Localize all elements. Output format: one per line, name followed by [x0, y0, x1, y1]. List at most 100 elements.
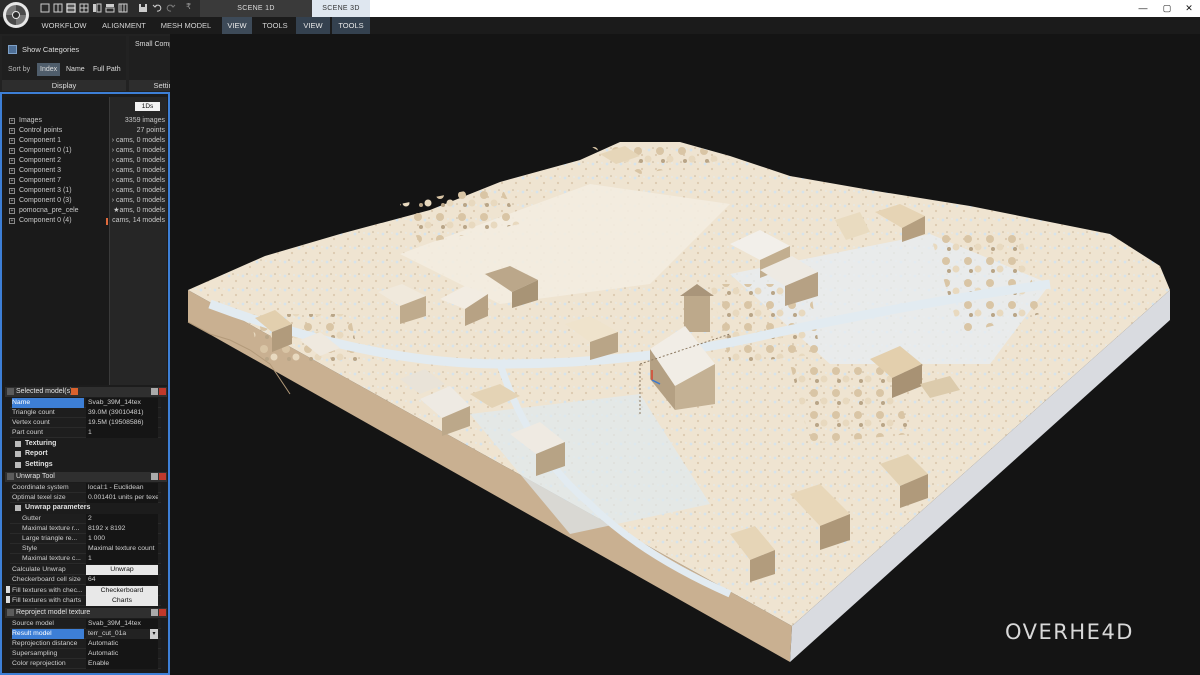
- prop-result-model[interactable]: Result model terr_cut_01a ▾: [10, 629, 161, 639]
- charts-button[interactable]: Charts: [86, 596, 158, 606]
- prop-fill-charts[interactable]: Fill textures with charts Charts: [10, 596, 161, 606]
- expand-icon[interactable]: +: [9, 168, 15, 174]
- close-panel-icon[interactable]: [159, 473, 166, 480]
- collapse-icon[interactable]: [7, 609, 14, 616]
- tree-row[interactable]: + pomocna_pre_cele ★ams, 0 models: [5, 206, 167, 216]
- prop-value[interactable]: 1: [86, 554, 158, 564]
- prop-style[interactable]: Style Maximal texture count: [10, 544, 161, 554]
- undo-icon[interactable]: [152, 3, 162, 13]
- expand-icon[interactable]: +: [9, 188, 15, 194]
- tab-view[interactable]: VIEW: [222, 17, 252, 34]
- result-model-dropdown[interactable]: terr_cut_01a ▾: [86, 629, 158, 639]
- prop-value[interactable]: 1 000: [86, 534, 158, 544]
- tab-view-3d[interactable]: VIEW: [296, 17, 330, 34]
- prop-large-triangle-removal[interactable]: Large triangle re... 1 000: [10, 534, 161, 544]
- sort-full-path-button[interactable]: Full Path: [90, 63, 124, 76]
- pin-icon[interactable]: [151, 609, 158, 616]
- section-report[interactable]: Report: [13, 449, 161, 459]
- prop-part-count[interactable]: Part count 1: [10, 428, 161, 438]
- prop-triangle-count[interactable]: Triangle count 39.0M (39010481): [10, 408, 161, 418]
- layout-2-icon[interactable]: [53, 3, 63, 13]
- collapse-icon[interactable]: [7, 473, 14, 480]
- section-settings[interactable]: Settings: [13, 460, 161, 470]
- prop-value[interactable]: 8192 x 8192: [86, 524, 158, 534]
- layout-1-icon[interactable]: [40, 3, 50, 13]
- layout-7-icon[interactable]: [118, 3, 128, 13]
- prop-checkerboard-cell-size[interactable]: Checkerboard cell size 64: [10, 575, 161, 585]
- prop-value[interactable]: local:1 - Euclidean: [86, 483, 158, 493]
- prop-max-texture-resolution[interactable]: Maximal texture r... 8192 x 8192: [10, 524, 161, 534]
- prop-value[interactable]: Automatic: [86, 649, 158, 659]
- pin-icon[interactable]: [151, 473, 158, 480]
- checkerboard-button[interactable]: Checkerboard: [86, 586, 158, 596]
- restore-icon[interactable]: ▢: [1160, 2, 1174, 15]
- unwrap-tool-header[interactable]: Unwrap Tool: [5, 472, 167, 482]
- tree-row[interactable]: + Component 2 › cams, 0 models: [5, 156, 167, 166]
- tree-row[interactable]: + Images 3359 images: [5, 116, 167, 126]
- prop-color-reprojection[interactable]: Color reprojection Enable: [10, 659, 161, 669]
- save-icon[interactable]: [138, 3, 148, 13]
- close-panel-icon[interactable]: [159, 388, 166, 395]
- prop-coordinate-system[interactable]: Coordinate system local:1 - Euclidean: [10, 483, 161, 493]
- tab-alignment[interactable]: ALIGNMENT: [98, 17, 150, 34]
- layout-3-icon[interactable]: [66, 3, 76, 13]
- tree-row[interactable]: + Component 7 › cams, 0 models: [5, 176, 167, 186]
- tree-row[interactable]: + Component 3 › cams, 0 models: [5, 166, 167, 176]
- prop-value[interactable]: Svab_39M_14tex: [86, 619, 158, 629]
- prop-reprojection-distance[interactable]: Reprojection distance Automatic: [10, 639, 161, 649]
- mode-1ds-badge[interactable]: 1Ds: [135, 102, 160, 111]
- sort-index-button[interactable]: Index: [37, 63, 61, 76]
- prop-value[interactable]: Svab_39M_14tex: [86, 398, 158, 408]
- expand-icon[interactable]: +: [9, 208, 15, 214]
- selected-model-header[interactable]: Selected model(s): [5, 387, 167, 397]
- expand-icon[interactable]: +: [9, 128, 15, 134]
- prop-optimal-texel-size[interactable]: Optimal texel size 0.001401 units per tex…: [10, 493, 161, 503]
- prop-value[interactable]: Maximal texture count: [86, 544, 158, 554]
- tree-row[interactable]: + Control points 27 points: [5, 126, 167, 136]
- expand-icon[interactable]: +: [9, 118, 15, 124]
- layout-4-icon[interactable]: [79, 3, 89, 13]
- tab-workflow[interactable]: WORKFLOW: [38, 17, 90, 34]
- redo-icon[interactable]: [166, 3, 176, 13]
- tab-tools-3d[interactable]: TOOLS: [332, 17, 370, 34]
- expand-icon[interactable]: +: [9, 198, 15, 204]
- chevron-down-icon[interactable]: ▾: [150, 629, 158, 639]
- prop-vertex-count[interactable]: Vertex count 19.5M (19508586): [10, 418, 161, 428]
- tree-row[interactable]: + Component 0 (1) › cams, 0 models: [5, 146, 167, 156]
- tree-row[interactable]: + Component 1 › cams, 0 models: [5, 136, 167, 146]
- terrain-model-render[interactable]: [170, 34, 1200, 675]
- pin-icon[interactable]: [151, 388, 158, 395]
- prop-gutter[interactable]: Gutter 2: [10, 514, 161, 524]
- expand-icon[interactable]: +: [9, 218, 15, 224]
- expand-icon[interactable]: +: [9, 158, 15, 164]
- prop-value[interactable]: Enable: [86, 659, 158, 669]
- tree-row[interactable]: + Component 0 (4) cams, 14 models: [5, 216, 167, 226]
- collapse-icon[interactable]: [7, 388, 14, 395]
- prop-source-model[interactable]: Source model Svab_39M_14tex: [10, 619, 161, 629]
- prop-value[interactable]: 64: [86, 575, 158, 585]
- sort-name-button[interactable]: Name: [63, 63, 88, 76]
- customize-toolbar-icon[interactable]: ₹: [186, 2, 191, 11]
- expand-icon[interactable]: [15, 451, 21, 457]
- close-panel-icon[interactable]: [159, 609, 166, 616]
- tree-row[interactable]: + Component 3 (1) › cams, 0 models: [5, 186, 167, 196]
- expand-icon[interactable]: [15, 462, 21, 468]
- prop-max-texture-count[interactable]: Maximal texture c... 1: [10, 554, 161, 564]
- prop-name[interactable]: Name Svab_39M_14tex: [10, 398, 161, 408]
- tab-scene-3d[interactable]: SCENE 3D: [312, 0, 370, 17]
- 3d-viewport[interactable]: OVERHE4D: [170, 34, 1200, 675]
- tab-mesh-model[interactable]: MESH MODEL: [158, 17, 214, 34]
- section-unwrap-parameters[interactable]: Unwrap parameters: [13, 503, 161, 513]
- prop-calculate-unwrap[interactable]: Calculate Unwrap Unwrap: [10, 565, 161, 575]
- minimize-icon[interactable]: —: [1136, 2, 1150, 15]
- collapse-icon[interactable]: [15, 505, 21, 511]
- warning-icon[interactable]: [71, 388, 78, 395]
- show-categories-checkbox[interactable]: [8, 45, 17, 54]
- app-logo[interactable]: [3, 2, 29, 28]
- prop-value[interactable]: Automatic: [86, 639, 158, 649]
- prop-supersampling[interactable]: Supersampling Automatic: [10, 649, 161, 659]
- section-texturing[interactable]: Texturing: [13, 439, 161, 449]
- expand-icon[interactable]: +: [9, 138, 15, 144]
- tree-row[interactable]: + Component 0 (3) › cams, 0 models: [5, 196, 167, 206]
- expand-icon[interactable]: [15, 441, 21, 447]
